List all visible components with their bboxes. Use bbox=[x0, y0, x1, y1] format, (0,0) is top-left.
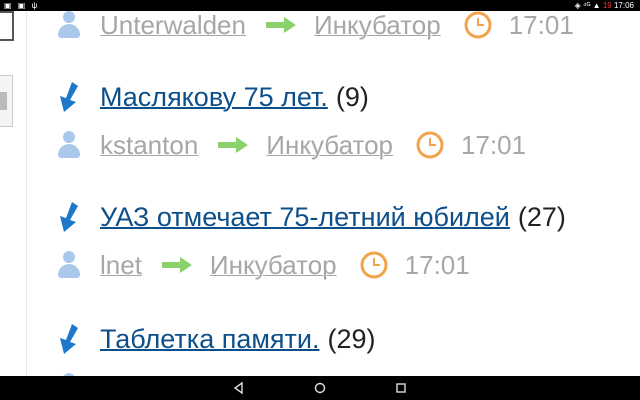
author-link[interactable]: Unterwalden bbox=[100, 11, 246, 41]
arrow-right-icon bbox=[161, 257, 192, 273]
comment-count: (29) bbox=[327, 323, 376, 354]
signal-indicator: ⁴ᴳ bbox=[583, 1, 591, 10]
author-link[interactable]: kstanton bbox=[100, 130, 198, 161]
category-link[interactable]: Инкубатор bbox=[210, 250, 337, 281]
post-meta-row: kstanton Инкубатор 17:01 bbox=[56, 127, 526, 163]
back-icon[interactable] bbox=[232, 381, 246, 395]
user-icon bbox=[56, 11, 82, 39]
home-icon[interactable] bbox=[313, 381, 327, 395]
post-meta-row: lnet Инкубатор 17:01 bbox=[56, 247, 470, 283]
post-time: 17:01 bbox=[461, 129, 527, 160]
arrow-down-icon bbox=[60, 82, 78, 112]
sidebar-divider bbox=[26, 11, 27, 376]
arrow-right-icon bbox=[265, 17, 296, 33]
sidebar-edge bbox=[0, 11, 27, 376]
category-link[interactable]: Инкубатор bbox=[266, 130, 393, 161]
notification-icons: ▣ ▣ ψ bbox=[4, 1, 40, 10]
post-time: 17:01 bbox=[404, 249, 470, 280]
arrow-down-icon bbox=[60, 324, 78, 354]
post-time: 17:01 bbox=[508, 11, 574, 40]
category-link[interactable]: Инкубатор bbox=[314, 11, 441, 41]
user-icon bbox=[56, 251, 82, 279]
post-list: Unterwalden Инкубатор 17:01 Маслякову 75… bbox=[28, 11, 640, 376]
post-title-row: Таблетка памяти. (29) bbox=[56, 319, 376, 359]
post-meta-row bbox=[56, 369, 100, 376]
clock-icon bbox=[464, 11, 492, 39]
post-title-link[interactable]: УАЗ отмечает 75-летний юбилей bbox=[100, 202, 510, 233]
comment-count: (9) bbox=[335, 81, 369, 112]
panel-knob bbox=[0, 92, 7, 110]
status-right: ◈ ⁴ᴳ ▲ 19 17:06 bbox=[574, 1, 634, 10]
post-title-link[interactable]: Таблетка памяти. bbox=[100, 324, 319, 355]
clock-icon bbox=[360, 251, 388, 279]
system-nav-bar bbox=[0, 376, 640, 400]
comment-count: (27) bbox=[517, 201, 566, 232]
menu-toggle-button[interactable] bbox=[0, 11, 14, 41]
post-meta-row: Unterwalden Инкубатор 17:01 bbox=[56, 11, 574, 43]
arrow-right-icon bbox=[218, 137, 249, 153]
battery-indicator: 19 bbox=[602, 1, 612, 10]
user-icon bbox=[56, 131, 82, 159]
arrow-down-icon bbox=[60, 202, 78, 232]
clock-time: 17:06 bbox=[613, 1, 634, 10]
author-link[interactable]: lnet bbox=[100, 250, 142, 281]
clock-icon bbox=[416, 131, 444, 159]
status-bar: ▣ ▣ ψ ◈ ⁴ᴳ ▲ 19 17:06 bbox=[0, 0, 640, 11]
recents-icon[interactable] bbox=[394, 381, 408, 395]
post-title-link[interactable]: Маслякову 75 лет. bbox=[100, 82, 328, 113]
post-title-row: Маслякову 75 лет. (9) bbox=[56, 77, 369, 117]
post-title-row: УАЗ отмечает 75-летний юбилей (27) bbox=[56, 197, 566, 237]
side-panel-handle[interactable] bbox=[0, 75, 13, 127]
